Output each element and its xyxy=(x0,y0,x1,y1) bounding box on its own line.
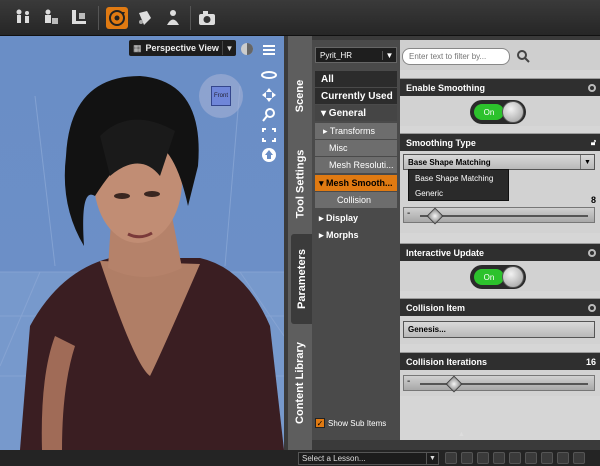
property-tree: Pyrit_HR ▼ All Currently Used ▾ General … xyxy=(312,40,400,440)
minus-icon: - xyxy=(407,208,411,219)
lesson-bar: Select a Lesson... ▼ xyxy=(0,450,600,466)
lesson-step-button[interactable] xyxy=(477,452,489,464)
camera-render-icon[interactable] xyxy=(196,7,218,29)
pan-icon[interactable] xyxy=(260,66,278,84)
minus-icon: - xyxy=(407,376,411,387)
node-selector[interactable]: Pyrit_HR ▼ xyxy=(315,47,397,63)
joint-editor-icon[interactable] xyxy=(68,7,90,29)
frame-icon[interactable] xyxy=(260,126,278,144)
lesson-step-button[interactable] xyxy=(541,452,553,464)
smoothing-iterations-slider[interactable]: - xyxy=(403,207,595,225)
camera-label: Perspective View xyxy=(145,43,219,53)
search-icon[interactable] xyxy=(516,49,530,63)
figure-setup-icon[interactable] xyxy=(162,7,184,29)
figure-tool-icon[interactable] xyxy=(12,7,34,29)
home-icon[interactable] xyxy=(260,146,278,164)
filter-bar xyxy=(400,40,600,70)
shading-sphere-icon[interactable] xyxy=(238,40,256,58)
rotate-tool-icon[interactable] xyxy=(106,7,128,29)
chevron-down-icon[interactable]: ▼ xyxy=(222,41,236,55)
tree-item-mesh-smoothing[interactable]: ▾ Mesh Smooth... xyxy=(315,175,397,191)
tree-item-general[interactable]: ▾ General xyxy=(315,105,397,121)
3d-viewport[interactable]: ▦ Perspective View ▼ Front xyxy=(0,36,284,450)
lesson-step-button[interactable] xyxy=(573,452,585,464)
lesson-step-button[interactable] xyxy=(445,452,457,464)
toolbar-separator xyxy=(190,6,191,30)
move-icon[interactable] xyxy=(260,86,278,104)
tree-item-mesh-resolution[interactable]: Mesh Resoluti... xyxy=(315,157,397,173)
gear-icon[interactable] xyxy=(588,248,596,257)
slider-thumb[interactable] xyxy=(426,207,444,225)
tree-item-collision[interactable]: Collision xyxy=(315,192,397,208)
surface-tool-icon[interactable] xyxy=(134,7,156,29)
smoothing-type-dropdown: Base Shape Matching Generic xyxy=(408,169,509,201)
node-tool-icon[interactable] xyxy=(40,7,62,29)
interactive-update-toggle[interactable]: On xyxy=(470,265,526,289)
slider-thumb[interactable] xyxy=(445,375,463,393)
view-cube[interactable]: Front xyxy=(199,74,243,118)
lesson-step-button[interactable] xyxy=(461,452,473,464)
param-enable-smoothing: Enable Smoothing On xyxy=(400,78,600,126)
viewport-menu-icon[interactable] xyxy=(260,40,278,58)
chevron-down-icon[interactable]: ▼ xyxy=(382,50,396,60)
side-tabs: Scene Tool Settings Parameters Content L… xyxy=(288,36,312,450)
param-collision-item: Collision Item Genesis... xyxy=(400,298,600,344)
dropdown-option-generic[interactable]: Generic xyxy=(409,186,508,200)
checkbox-check-icon[interactable]: ✓ xyxy=(315,418,325,428)
main-toolbar xyxy=(0,0,600,36)
gear-icon[interactable] xyxy=(588,83,596,92)
tree-item-currently-used[interactable]: Currently Used xyxy=(315,88,397,104)
parameter-list: Enable Smoothing On Smoothing Type🔓︎ Bas… xyxy=(400,40,600,440)
chevron-down-icon[interactable]: ▼ xyxy=(426,453,438,464)
collision-item-select[interactable]: Genesis... xyxy=(403,321,595,338)
enable-smoothing-toggle[interactable]: On xyxy=(470,100,526,124)
tab-tool-settings[interactable]: Tool Settings xyxy=(288,136,312,231)
lesson-step-button[interactable] xyxy=(493,452,505,464)
smoothing-type-select[interactable]: Base Shape Matching ▼ xyxy=(403,154,595,170)
param-collision-iterations: Collision Iterations 16 - xyxy=(400,352,600,396)
tree-item-transforms[interactable]: ▸ Transforms xyxy=(315,123,397,139)
tab-scene[interactable]: Scene xyxy=(288,56,312,136)
chevron-down-icon[interactable]: ▼ xyxy=(580,155,594,169)
lesson-step-button[interactable] xyxy=(557,452,569,464)
tree-item-display[interactable]: ▸ Display xyxy=(315,210,397,226)
lock-icon[interactable]: 🔓︎ xyxy=(591,138,596,148)
view-cube-face[interactable]: Front xyxy=(211,86,231,106)
tree-item-all[interactable]: All xyxy=(315,71,397,87)
tree-item-morphs[interactable]: ▸ Morphs xyxy=(315,227,397,243)
tab-content-library[interactable]: Content Library xyxy=(288,328,312,438)
toggle-knob[interactable] xyxy=(502,101,524,123)
camera-icon: ▦ xyxy=(133,42,142,53)
collision-iterations-slider[interactable]: - xyxy=(403,375,595,393)
expand-arrow-icon[interactable]: ▲ xyxy=(458,431,465,438)
dropdown-option-base-shape-matching[interactable]: Base Shape Matching xyxy=(409,171,508,185)
camera-selector[interactable]: ▦ Perspective View ▼ xyxy=(129,40,236,56)
lesson-selector[interactable]: Select a Lesson... ▼ xyxy=(298,452,439,465)
tree-item-misc[interactable]: Misc xyxy=(315,140,397,156)
lesson-step-button[interactable] xyxy=(509,452,521,464)
show-sub-items-checkbox[interactable]: ✓ Show Sub Items xyxy=(315,418,386,428)
param-interactive-update: Interactive Update On xyxy=(400,243,600,291)
toolbar-separator xyxy=(98,6,99,30)
gear-icon[interactable] xyxy=(588,303,596,312)
zoom-icon[interactable] xyxy=(260,106,278,124)
parameters-pane: Pyrit_HR ▼ All Currently Used ▾ General … xyxy=(312,40,600,440)
toggle-knob[interactable] xyxy=(502,266,524,288)
lesson-step-button[interactable] xyxy=(525,452,537,464)
right-pane: Scene Tool Settings Parameters Content L… xyxy=(288,36,600,450)
tab-parameters[interactable]: Parameters xyxy=(291,234,312,324)
filter-input[interactable] xyxy=(402,48,510,65)
